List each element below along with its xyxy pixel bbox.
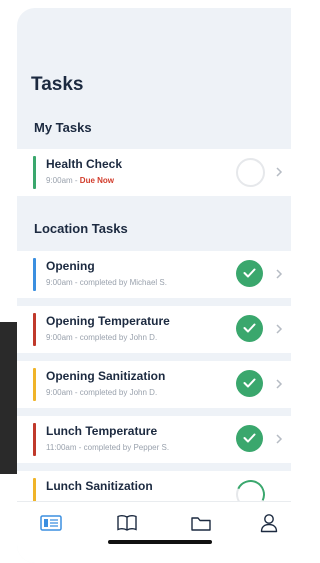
tab-tasks[interactable] <box>39 512 63 534</box>
row-separator <box>17 353 291 361</box>
task-accent-bar <box>33 156 36 189</box>
task-subtitle: 9:00am - completed by Michael S. <box>46 278 167 287</box>
chevron-right-icon <box>276 379 283 389</box>
tab-files[interactable] <box>189 512 213 534</box>
page-title: Tasks <box>31 74 84 95</box>
section-title-my-tasks: My Tasks <box>34 120 92 135</box>
checkmark-icon <box>243 323 256 333</box>
task-name: Opening Sanitization <box>46 369 166 383</box>
task-subtitle: 9:00am - completed by John D. <box>46 333 158 342</box>
tab-library[interactable] <box>115 512 139 534</box>
tab-profile[interactable] <box>257 512 281 534</box>
task-name: Opening Temperature <box>46 314 170 328</box>
task-name: Opening <box>46 259 95 273</box>
task-name: Health Check <box>46 157 123 171</box>
checklist-icon <box>40 515 62 531</box>
status-circle-complete[interactable] <box>236 370 263 397</box>
checkmark-icon <box>243 378 256 388</box>
due-now-label: Due Now <box>79 176 115 185</box>
book-icon <box>117 515 137 531</box>
bottom-tab-bar <box>17 501 291 563</box>
status-circle-incomplete[interactable] <box>236 158 265 187</box>
task-name: Lunch Temperature <box>46 424 158 438</box>
task-name: Lunch Sanitization <box>46 479 153 493</box>
task-accent-bar <box>33 258 36 291</box>
task-row-opening[interactable]: Opening 9:00am - completed by Michael S. <box>17 251 291 298</box>
row-separator <box>17 408 291 416</box>
home-indicator <box>108 540 212 544</box>
task-subtitle: 11:00am - completed by Pepper S. <box>46 443 170 452</box>
chevron-right-icon <box>276 167 283 177</box>
chevron-right-icon <box>276 324 283 334</box>
status-circle-complete[interactable] <box>236 260 263 287</box>
task-row-health-check[interactable]: Health Check 9:00am - Due Now <box>17 149 291 196</box>
task-accent-bar <box>33 313 36 346</box>
section-separator <box>17 196 291 204</box>
checkmark-icon <box>243 268 256 278</box>
task-subtitle: 9:00am - completed by John D. <box>46 388 158 397</box>
task-subtitle: 9:00am - Due Now <box>46 176 115 185</box>
row-separator <box>17 298 291 306</box>
task-accent-bar <box>33 368 36 401</box>
row-separator <box>17 463 291 471</box>
section-title-location-tasks: Location Tasks <box>34 221 128 236</box>
task-row-opening-sanitization[interactable]: Opening Sanitization 9:00am - completed … <box>17 361 291 408</box>
phone-screen: Tasks My Tasks Health Check 9:00am - Due… <box>17 8 291 563</box>
checkmark-icon <box>243 433 256 443</box>
task-row-opening-temperature[interactable]: Opening Temperature 9:00am - completed b… <box>17 306 291 353</box>
status-circle-complete[interactable] <box>236 425 263 452</box>
profile-icon <box>260 514 278 533</box>
chevron-right-icon <box>276 434 283 444</box>
task-row-lunch-temperature[interactable]: Lunch Temperature 11:00am - completed by… <box>17 416 291 463</box>
status-circle-complete[interactable] <box>236 315 263 342</box>
task-accent-bar <box>33 423 36 456</box>
folder-icon <box>191 516 211 531</box>
chevron-right-icon <box>276 269 283 279</box>
background-panel <box>0 322 17 474</box>
